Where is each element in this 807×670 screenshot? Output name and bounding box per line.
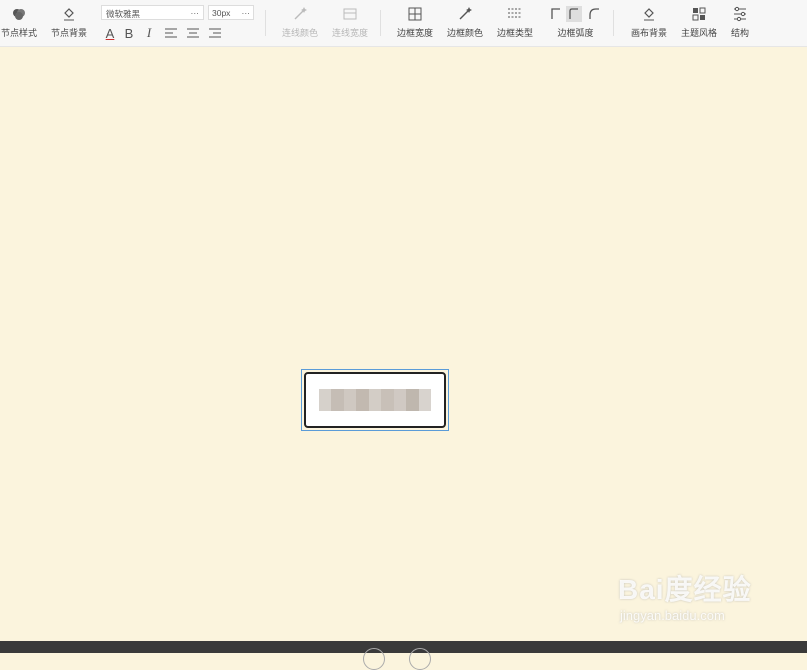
node-style-button[interactable]: 节点样式 [0,3,38,39]
italic-button[interactable]: I [141,24,157,42]
magic-wand-icon [292,3,308,25]
node-text-blurred [319,389,431,411]
border-color-button[interactable]: 边框颜色 [445,3,485,39]
toolbar: 节点样式 节点背景 微软雅黑 ··· 30px ··· A B I 连线颜色 连… [0,0,807,47]
toolbar-divider [613,10,614,36]
border-radius-button[interactable]: 边框弧度 [548,3,603,39]
font-family-more-icon: ··· [190,8,200,18]
canvas-background-button[interactable]: 画布背景 [629,3,669,39]
node-background-label: 节点背景 [50,28,87,38]
font-family-value: 微软雅黑 [106,9,141,19]
bottom-bar [0,641,807,653]
align-right-button[interactable] [207,24,223,42]
node-style-label: 节点样式 [0,28,37,38]
zoom-in-button[interactable] [409,648,431,670]
font-size-more-icon: ··· [241,8,251,18]
mindmap-root-node[interactable] [304,372,446,428]
toolbar-divider [265,10,266,36]
border-type-button[interactable]: 边框类型 [495,3,535,39]
line-width-icon [342,3,358,25]
paint-bucket-icon [641,3,657,25]
align-center-button[interactable] [185,24,201,42]
align-left-button[interactable] [163,24,179,42]
canvas-background-label: 画布背景 [630,28,667,38]
bold-button[interactable]: B [121,24,137,42]
paint-bucket-icon [61,3,77,25]
node-style-icon [12,3,26,25]
border-width-label: 边框宽度 [396,28,433,38]
line-color-button[interactable]: 连线颜色 [280,3,320,39]
font-size-select[interactable]: 30px ··· [208,5,254,20]
border-type-label: 边框类型 [496,28,533,38]
line-color-label: 连线颜色 [281,28,318,38]
mindmap-canvas[interactable] [0,47,807,641]
theme-label: 主题风格 [680,28,717,38]
structure-sliders-icon [732,3,748,25]
align-right-icon [209,28,221,38]
line-width-label: 连线宽度 [331,28,368,38]
border-color-label: 边框颜色 [446,28,483,38]
structure-label: 结构 [730,28,749,38]
watermark-brand: Bai度经验 [618,574,752,605]
border-grid-icon [407,3,423,25]
align-center-icon [187,28,199,38]
align-left-icon [165,28,177,38]
theme-grid-icon [692,3,706,25]
border-width-button[interactable]: 边框宽度 [395,3,435,39]
structure-button[interactable]: 结构 [725,3,755,39]
watermark-url: jingyan.baidu.com [620,608,725,623]
font-family-select[interactable]: 微软雅黑 ··· [101,5,204,20]
dashed-lines-icon [507,3,523,25]
magic-wand-icon [457,3,473,25]
toolbar-divider [380,10,381,36]
font-color-button[interactable]: A [102,24,118,42]
baidu-jingyan-watermark: Bai度经验 jingyan.baidu.com [618,568,752,623]
font-size-value: 30px [212,8,231,18]
border-radius-label: 边框弧度 [557,28,594,38]
zoom-out-button[interactable] [363,648,385,670]
corner-radius-icons [549,3,603,25]
node-background-button[interactable]: 节点背景 [50,3,88,39]
line-width-button[interactable]: 连线宽度 [330,3,370,39]
theme-button[interactable]: 主题风格 [679,3,719,39]
